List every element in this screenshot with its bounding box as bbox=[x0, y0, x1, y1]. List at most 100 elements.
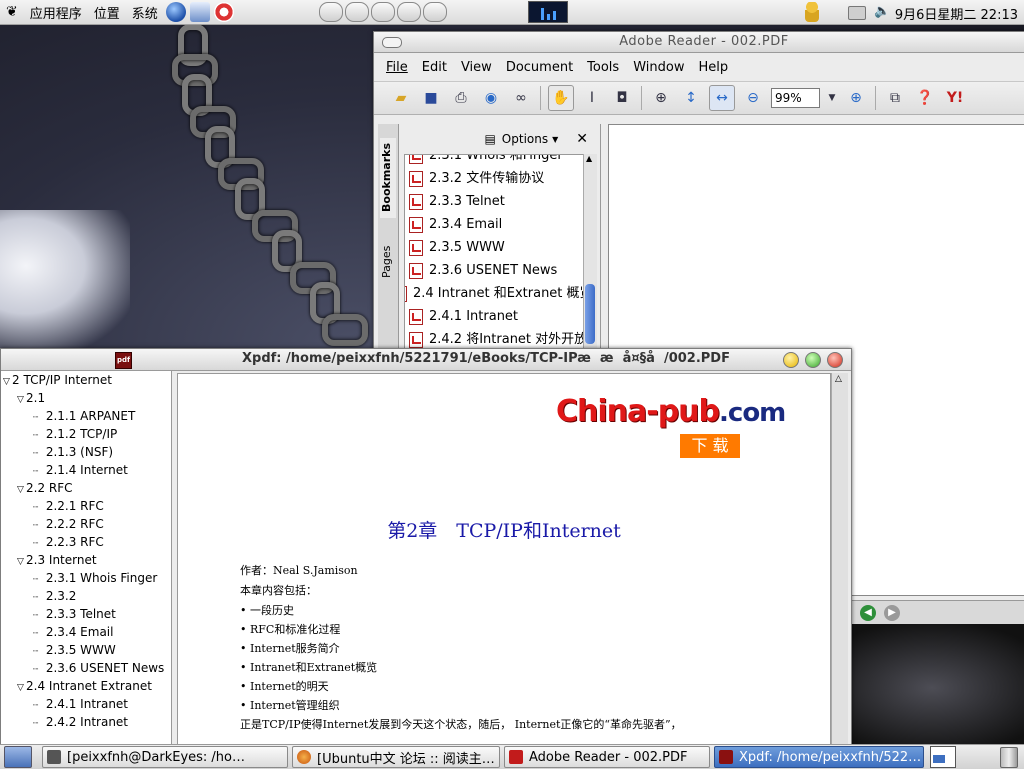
zoom-level-field[interactable]: 99% bbox=[771, 88, 820, 108]
outline-item[interactable]: ┈ 2.4.1 Intranet bbox=[1, 695, 171, 713]
notification-person-icon[interactable] bbox=[805, 2, 819, 22]
help-icon[interactable]: ❓ bbox=[913, 86, 937, 110]
pdf-bookmark-icon bbox=[409, 170, 423, 187]
system-menu[interactable]: 系统 bbox=[126, 3, 164, 22]
maximize-button[interactable] bbox=[805, 352, 821, 368]
menu-tools[interactable]: Tools bbox=[587, 60, 619, 75]
print-icon[interactable]: ⎙ bbox=[449, 86, 473, 110]
taskbar-terminal[interactable]: [peixxfnh@DarkEyes: /ho… bbox=[42, 746, 288, 768]
xpdf-vertical-scrollbar[interactable]: △ bbox=[831, 373, 848, 749]
menu-edit[interactable]: Edit bbox=[422, 60, 447, 75]
system-monitor-graph[interactable] bbox=[527, 1, 568, 23]
outline-item[interactable]: ┈ 2.2.1 RFC bbox=[1, 497, 171, 515]
fit-width-icon[interactable]: ↔ bbox=[709, 85, 735, 111]
zoom-in-icon[interactable]: ⊕ bbox=[844, 86, 868, 110]
bookmark-item[interactable]: 2.3.4 Email bbox=[405, 213, 583, 236]
outline-item[interactable]: ┈ 2.1.1 ARPANET bbox=[1, 407, 171, 425]
workspace-4[interactable] bbox=[396, 2, 421, 22]
previous-view-icon[interactable]: ◀ bbox=[860, 605, 876, 621]
pdf-bookmark-icon bbox=[409, 262, 423, 279]
save-icon[interactable]: ■ bbox=[419, 86, 443, 110]
places-menu[interactable]: 位置 bbox=[88, 3, 126, 22]
printer-icon[interactable] bbox=[848, 6, 866, 20]
outline-item[interactable]: ┈ 2.2.3 RFC bbox=[1, 533, 171, 551]
outline-item[interactable]: ┈ 2.4.2 Intranet bbox=[1, 713, 171, 731]
email-client-icon[interactable] bbox=[189, 2, 210, 22]
applications-menu[interactable]: 应用程序 bbox=[24, 3, 88, 22]
tab-bookmarks[interactable]: Bookmarks bbox=[380, 138, 396, 218]
workspace-5[interactable] bbox=[422, 2, 447, 22]
menu-document[interactable]: Document bbox=[506, 60, 573, 75]
outline-item[interactable]: ┈ 2.3.1 Whois Finger bbox=[1, 569, 171, 587]
taskbar-firefox[interactable]: [Ubuntu中文 论坛 :: 阅读主… bbox=[292, 746, 500, 768]
bookmark-item[interactable]: 2.3.1 Whois 和Finger bbox=[405, 155, 583, 167]
zoom-dropdown-chevron-icon[interactable]: ▼ bbox=[826, 86, 838, 110]
hand-tool-icon[interactable]: ✋ bbox=[548, 85, 574, 111]
scrollbar-thumb[interactable] bbox=[585, 284, 595, 344]
workspace-switcher[interactable] bbox=[930, 746, 956, 768]
scroll-up-arrow-icon[interactable]: △ bbox=[835, 374, 842, 384]
search-binoculars-icon[interactable]: ∞ bbox=[509, 86, 533, 110]
outline-item[interactable]: ┈ 2.3.5 WWW bbox=[1, 641, 171, 659]
xpdf-app-icon[interactable]: pdf bbox=[115, 352, 132, 369]
bookmark-item[interactable]: 2.3.2 文件传输协议 bbox=[405, 167, 583, 190]
options-chevron-icon[interactable]: ▼ bbox=[552, 135, 558, 144]
zoom-out-icon[interactable]: ⊖ bbox=[741, 86, 765, 110]
bookmark-item[interactable]: 2.4 Intranet 和Extranet 概览 bbox=[405, 282, 583, 305]
next-view-icon[interactable]: ▶ bbox=[884, 605, 900, 621]
outline-item[interactable]: ▽ 2 TCP/IP Internet bbox=[1, 371, 171, 389]
menu-file[interactable]: File bbox=[386, 60, 408, 75]
xpdf-page-view[interactable]: China-pub.com 下 载 第2章 TCP/IP和Internet 作者… bbox=[177, 373, 831, 751]
outline-item[interactable]: ┈ 2.1.3 (NSF) bbox=[1, 443, 171, 461]
minimize-button[interactable] bbox=[783, 352, 799, 368]
trash-icon[interactable] bbox=[1000, 747, 1018, 768]
options-menu-button[interactable]: Options bbox=[502, 132, 548, 146]
outline-item[interactable]: ┈ 2.3.6 USENET News bbox=[1, 659, 171, 677]
outline-item[interactable]: ┈ 2.2.2 RFC bbox=[1, 515, 171, 533]
volume-icon[interactable]: 🔈 bbox=[874, 4, 890, 19]
outline-item[interactable]: ▽ 2.4 Intranet Extranet bbox=[1, 677, 171, 695]
rotate-pages-icon[interactable]: ⧉ bbox=[883, 86, 907, 110]
window-menu-button[interactable] bbox=[382, 37, 402, 48]
adobe-titlebar[interactable]: Adobe Reader - 002.PDF bbox=[374, 32, 1024, 53]
fit-page-icon[interactable]: ↕ bbox=[679, 86, 703, 110]
web-browser-icon[interactable] bbox=[165, 2, 186, 22]
outline-item[interactable]: ▽ 2.3 Internet bbox=[1, 551, 171, 569]
show-desktop-icon[interactable] bbox=[4, 746, 32, 768]
select-text-icon[interactable]: I bbox=[580, 86, 604, 110]
bookmark-item[interactable]: 2.3.5 WWW bbox=[405, 236, 583, 259]
yahoo-search-icon[interactable]: Y! bbox=[943, 86, 967, 110]
bookmark-item[interactable]: 2.3.6 USENET News bbox=[405, 259, 583, 282]
tab-pages[interactable]: Pages bbox=[380, 236, 396, 288]
open-folder-icon[interactable]: ▰ bbox=[389, 86, 413, 110]
download-link[interactable]: 下 载 bbox=[680, 434, 740, 458]
outline-item[interactable]: ┈ 2.3.3 Telnet bbox=[1, 605, 171, 623]
menu-view[interactable]: View bbox=[461, 60, 492, 75]
china-pub-logo[interactable]: China-pub.com bbox=[556, 394, 786, 429]
clock[interactable]: 9月6日星期二 22:13 bbox=[895, 4, 1018, 23]
workspace-1[interactable] bbox=[318, 2, 343, 22]
workspace-2[interactable] bbox=[344, 2, 369, 22]
outline-item[interactable]: ▽ 2.1 bbox=[1, 389, 171, 407]
menu-window[interactable]: Window bbox=[633, 60, 684, 75]
outline-item[interactable]: ┈ 2.3.2 bbox=[1, 587, 171, 605]
zoom-in-tool-icon[interactable]: ⊕ bbox=[649, 86, 673, 110]
outline-item[interactable]: ┈ 2.3.4 Email bbox=[1, 623, 171, 641]
taskbar-xpdf[interactable]: Xpdf: /home/peixxfnh/522… bbox=[714, 746, 924, 768]
snapshot-camera-icon[interactable]: ◘ bbox=[610, 86, 634, 110]
menu-help[interactable]: Help bbox=[698, 60, 728, 75]
bookmark-item[interactable]: 2.4.1 Intranet bbox=[405, 305, 583, 328]
help-lifebuoy-icon[interactable] bbox=[213, 2, 234, 22]
xpdf-titlebar[interactable]: pdf Xpdf: /home/peixxfnh/5221791/eBooks/… bbox=[1, 349, 851, 371]
email-icon[interactable]: ◉ bbox=[479, 86, 503, 110]
workspace-3[interactable] bbox=[370, 2, 395, 22]
scroll-up-arrow-icon[interactable]: ▲ bbox=[586, 154, 592, 163]
bookmark-item[interactable]: 2.3.3 Telnet bbox=[405, 190, 583, 213]
outline-item[interactable]: ▽ 2.2 RFC bbox=[1, 479, 171, 497]
close-pane-icon[interactable]: ✕ bbox=[576, 131, 588, 147]
outline-item[interactable]: ┈ 2.1.2 TCP/IP bbox=[1, 425, 171, 443]
close-button[interactable] bbox=[827, 352, 843, 368]
taskbar-adobe-reader[interactable]: Adobe Reader - 002.PDF bbox=[504, 746, 710, 768]
gnome-foot-icon[interactable]: ❦ bbox=[0, 4, 24, 20]
outline-item[interactable]: ┈ 2.1.4 Internet bbox=[1, 461, 171, 479]
